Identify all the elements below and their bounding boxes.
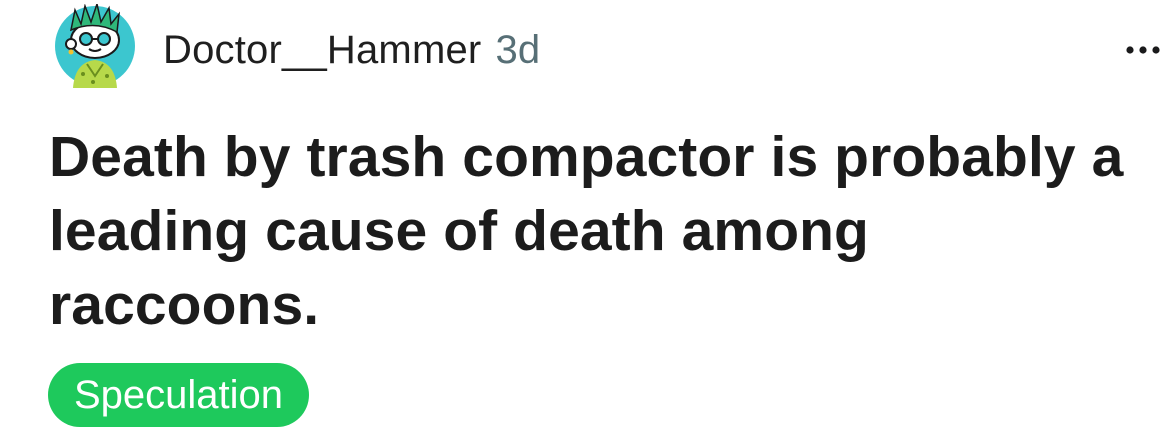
post-card: Doctor__Hammer 3d Death by trash compacto… xyxy=(0,0,1170,445)
post-header: Doctor__Hammer 3d xyxy=(48,1,1160,90)
ellipsis-icon xyxy=(1126,46,1160,54)
post-flair-badge[interactable]: Speculation xyxy=(48,363,310,427)
snoo-avatar-icon xyxy=(55,1,135,88)
author-username[interactable]: Doctor__Hammer xyxy=(163,28,481,72)
more-options-button[interactable] xyxy=(1119,34,1167,66)
author-line: Doctor__Hammer 3d xyxy=(163,26,540,74)
post-age: 3d xyxy=(495,28,541,72)
post-title[interactable]: Death by trash compactor is probably a l… xyxy=(49,120,1129,342)
user-avatar[interactable] xyxy=(53,1,137,88)
